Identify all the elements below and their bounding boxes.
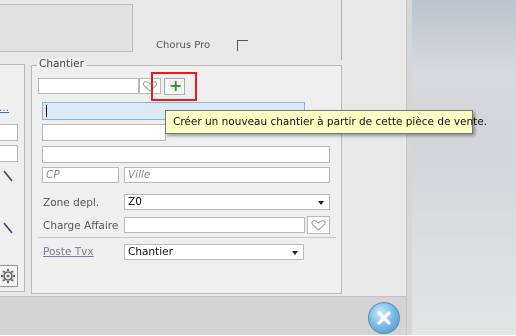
zone-depl-label: Zone depl. bbox=[43, 197, 100, 209]
desktop-background bbox=[412, 0, 516, 335]
chantier-group: Chantier + CP Ville Zone depl. Z0 Charge… bbox=[31, 58, 342, 294]
bottom-bar bbox=[0, 296, 406, 335]
chantier-divider bbox=[38, 237, 336, 238]
left-panel: ... bbox=[0, 64, 25, 292]
chorus-pro-label: Chorus Pro bbox=[156, 40, 211, 51]
top-right-separator bbox=[341, 0, 342, 60]
add-chantier-tooltip: Créer un nouveau chantier à partir de ce… bbox=[165, 110, 487, 134]
top-info-box bbox=[0, 4, 133, 52]
settings-gear-button[interactable] bbox=[0, 265, 18, 287]
poste-tvx-link[interactable]: Poste Tvx bbox=[43, 246, 94, 258]
poste-tvx-select[interactable]: Chantier bbox=[124, 244, 304, 260]
gear-icon bbox=[1, 269, 15, 283]
charge-affaire-favorite-button[interactable] bbox=[307, 216, 330, 234]
cp-placeholder: CP bbox=[46, 169, 60, 181]
close-button[interactable] bbox=[368, 302, 400, 334]
heart-icon bbox=[311, 220, 326, 231]
charge-affaire-label: Charge Affaire bbox=[43, 220, 119, 232]
app-window: Chorus Pro ... Chantier + CP Ville Zone … bbox=[0, 0, 412, 335]
address-line-2-field[interactable] bbox=[42, 124, 166, 141]
left-slash-icon-2 bbox=[2, 221, 14, 235]
poste-tvx-value: Chantier bbox=[128, 246, 173, 258]
zone-depl-value: Z0 bbox=[128, 196, 142, 208]
add-chantier-button[interactable]: + bbox=[164, 76, 185, 95]
chorus-pro-checkbox[interactable] bbox=[237, 40, 248, 51]
ville-field[interactable]: Ville bbox=[124, 167, 330, 183]
chevron-down-icon bbox=[318, 201, 324, 205]
left-field-2[interactable] bbox=[0, 145, 18, 162]
address-line-3-field[interactable] bbox=[42, 146, 330, 163]
green-plus-icon: + bbox=[169, 76, 183, 95]
chevron-down-icon bbox=[292, 251, 298, 255]
left-panel-link[interactable]: ... bbox=[0, 102, 9, 114]
cp-field[interactable]: CP bbox=[42, 167, 119, 183]
left-field-1[interactable] bbox=[0, 124, 18, 141]
zone-depl-select[interactable]: Z0 bbox=[124, 194, 330, 210]
close-icon bbox=[377, 311, 391, 325]
ville-placeholder: Ville bbox=[128, 169, 151, 181]
chantier-code-field[interactable] bbox=[38, 78, 139, 94]
left-slash-icon-1 bbox=[2, 169, 14, 183]
chantier-legend: Chantier bbox=[37, 58, 86, 70]
text-caret bbox=[46, 105, 47, 117]
charge-affaire-field[interactable] bbox=[124, 217, 305, 233]
